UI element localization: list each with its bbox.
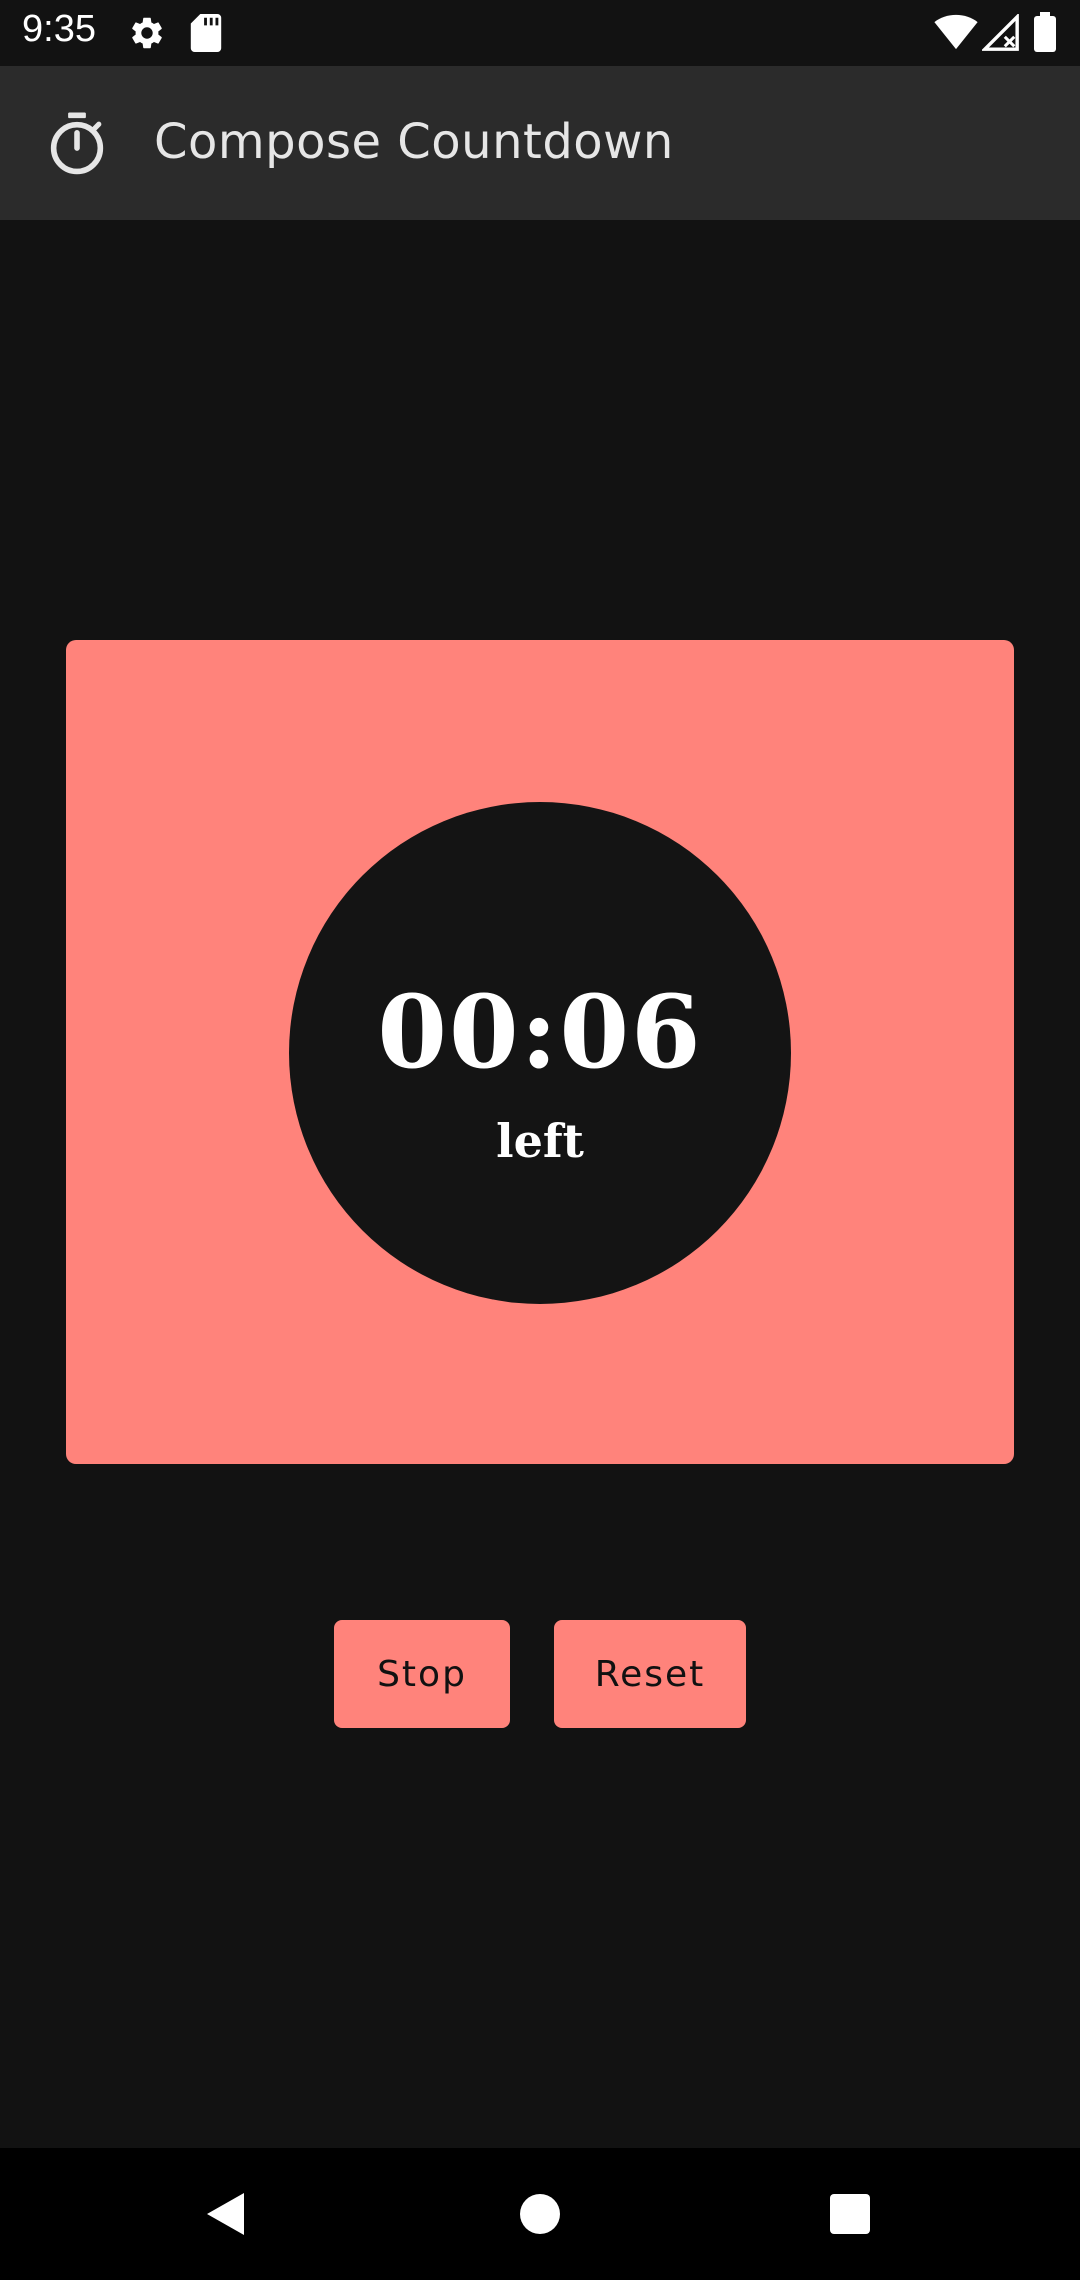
- stop-button[interactable]: Stop: [334, 1620, 510, 1728]
- wifi-icon: [934, 14, 978, 54]
- timer-icon: [46, 110, 108, 176]
- screen: 9:35 Compose Countdown 00:06 left Stop R…: [0, 0, 1080, 2280]
- signal-icon: [980, 12, 1020, 56]
- app-title: Compose Countdown: [154, 114, 674, 170]
- countdown-caption: left: [496, 1114, 584, 1168]
- timer-circle: 00:06 left: [289, 802, 791, 1304]
- app-bar: Compose Countdown: [0, 66, 1080, 220]
- status-bar: 9:35: [0, 0, 1080, 66]
- battery-icon: [1034, 12, 1056, 56]
- back-icon[interactable]: [204, 2190, 248, 2242]
- countdown-value: 00:06: [377, 973, 703, 1091]
- status-time: 9:35: [22, 8, 96, 50]
- sd-card-icon: [190, 14, 222, 56]
- navigation-bar: [0, 2148, 1080, 2280]
- timer-card: 00:06 left: [66, 640, 1014, 1464]
- reset-button[interactable]: Reset: [554, 1620, 746, 1728]
- recents-icon[interactable]: [828, 2190, 872, 2242]
- settings-icon: [128, 14, 166, 56]
- home-icon[interactable]: [518, 2190, 562, 2242]
